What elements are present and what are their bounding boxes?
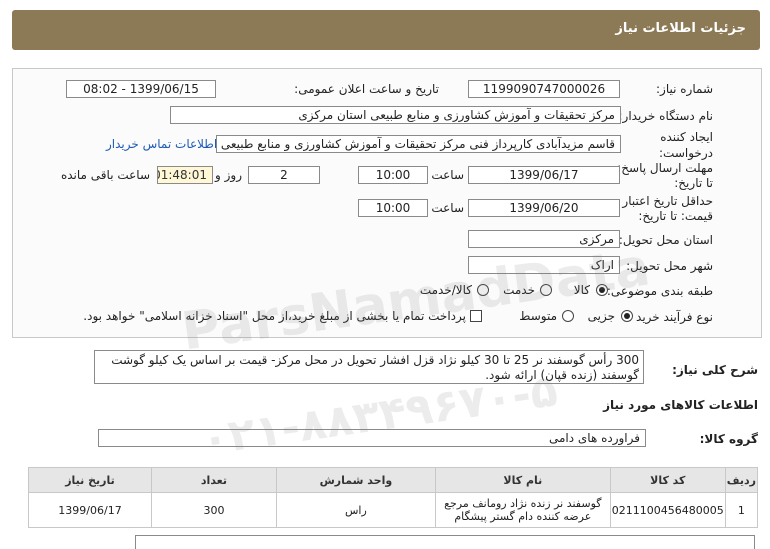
days-remaining-field[interactable]: 2: [248, 166, 320, 184]
province-label: استان محل تحویل:: [618, 233, 713, 247]
reply-time-field[interactable]: 10:00: [358, 166, 428, 184]
validity-time-field[interactable]: 10:00: [358, 199, 428, 217]
description-label: شرح کلی نیاز:: [672, 363, 758, 377]
col-date-header: تاریخ نیاز: [28, 467, 152, 493]
remaining-time-field: 01:48:01: [157, 166, 213, 184]
validity-label-line1: حداقل تاریخ اعتبار: [622, 194, 713, 208]
table-row[interactable]: 1 0211100456480005 گوسفند نر زنده نژاد ر…: [28, 492, 759, 528]
need-number-field[interactable]: 1199090747000026: [468, 80, 620, 98]
col-name-header: نام کالا: [434, 467, 611, 493]
city-field[interactable]: اراک: [468, 256, 620, 274]
category-goods-radio[interactable]: [596, 284, 608, 296]
process-partial-label: جزیی: [587, 309, 615, 323]
cell-name: گوسفند نر زنده نژاد رومانف مرجع عرضه کنن…: [434, 492, 611, 528]
category-service-radio[interactable]: [540, 284, 552, 296]
process-medium-radio[interactable]: [562, 310, 574, 322]
cell-unit: راس: [275, 492, 436, 528]
category-label: طبقه بندی موضوعی:: [606, 284, 713, 298]
goods-info-title: اطلاعات کالاهای مورد نیاز: [603, 398, 758, 412]
category-goods-service-label: کالا/خدمت: [419, 283, 472, 297]
cell-row: 1: [724, 492, 759, 528]
process-partial-radio[interactable]: [621, 310, 633, 322]
col-unit-header: واحد شمارش: [275, 467, 436, 493]
validity-label-line2: قیمت: تا تاریخ:: [638, 209, 713, 223]
cell-date: 1399/06/17: [28, 492, 152, 528]
buyer-org-field[interactable]: مرکز تحقیقات و آموزش کشاورزی و منابع طبی…: [170, 106, 621, 124]
process-medium-label: متوسط: [519, 309, 557, 323]
cell-qty: 300: [151, 492, 277, 528]
buyer-contact-link[interactable]: اطلاعات تماس خریدار: [106, 137, 217, 151]
col-code-header: کد کالا: [609, 467, 726, 493]
reply-deadline-label-line2: تا تاریخ:: [674, 176, 713, 190]
goods-table: ردیف کد کالا نام کالا واحد شمارش تعداد ت…: [28, 467, 759, 528]
reply-time-label: ساعت: [431, 168, 464, 182]
treasury-payment-note: پرداخت تمام یا بخشی از مبلغ خرید،از محل …: [83, 309, 466, 323]
reply-date-field[interactable]: 1399/06/17: [468, 166, 620, 184]
need-number-label: شماره نیاز:: [656, 82, 713, 96]
reply-deadline-label-line1: مهلت ارسال پاسخ:: [617, 161, 713, 175]
validity-date-field[interactable]: 1399/06/20: [468, 199, 620, 217]
treasury-payment-checkbox[interactable]: [470, 310, 482, 322]
category-goods-label: کالا: [573, 283, 590, 297]
days-label: روز و: [215, 168, 242, 182]
announce-datetime-field[interactable]: 1399/06/15 - 08:02: [66, 80, 216, 98]
page-header: جزئیات اطلاعات نیاز: [12, 10, 760, 50]
next-section-box: [135, 535, 755, 549]
goods-group-label: گروه کالا:: [699, 432, 758, 446]
table-header-row: ردیف کد کالا نام کالا واحد شمارش تعداد ت…: [28, 467, 759, 493]
category-goods-service-radio[interactable]: [477, 284, 489, 296]
remaining-time-label: ساعت باقی مانده: [60, 168, 150, 182]
creator-label-line2: درخواست:: [659, 146, 713, 160]
description-field[interactable]: 300 رأس گوسفند نر 25 تا 30 کیلو نژاد قزل…: [94, 350, 644, 384]
province-field[interactable]: مرکزی: [468, 230, 620, 248]
creator-field[interactable]: قاسم مزیدآبادی کارپرداز فنی مرکز تحقیقات…: [216, 135, 621, 153]
goods-group-field[interactable]: فراورده های دامی: [98, 429, 646, 447]
validity-time-label: ساعت: [431, 201, 464, 215]
category-service-label: خدمت: [503, 283, 535, 297]
col-qty-header: تعداد: [151, 467, 277, 493]
announce-datetime-label: تاریخ و ساعت اعلان عمومی:: [294, 82, 439, 96]
col-row-header: ردیف: [724, 467, 759, 493]
creator-label-line1: ایجاد کننده: [660, 130, 713, 144]
process-label: نوع فرآیند خرید :: [628, 310, 713, 324]
city-label: شهر محل تحویل:: [626, 259, 713, 273]
buyer-org-label: نام دستگاه خریدار:: [618, 109, 714, 123]
cell-code: 0211100456480005: [609, 492, 726, 528]
page-title: جزئیات اطلاعات نیاز: [615, 21, 746, 36]
